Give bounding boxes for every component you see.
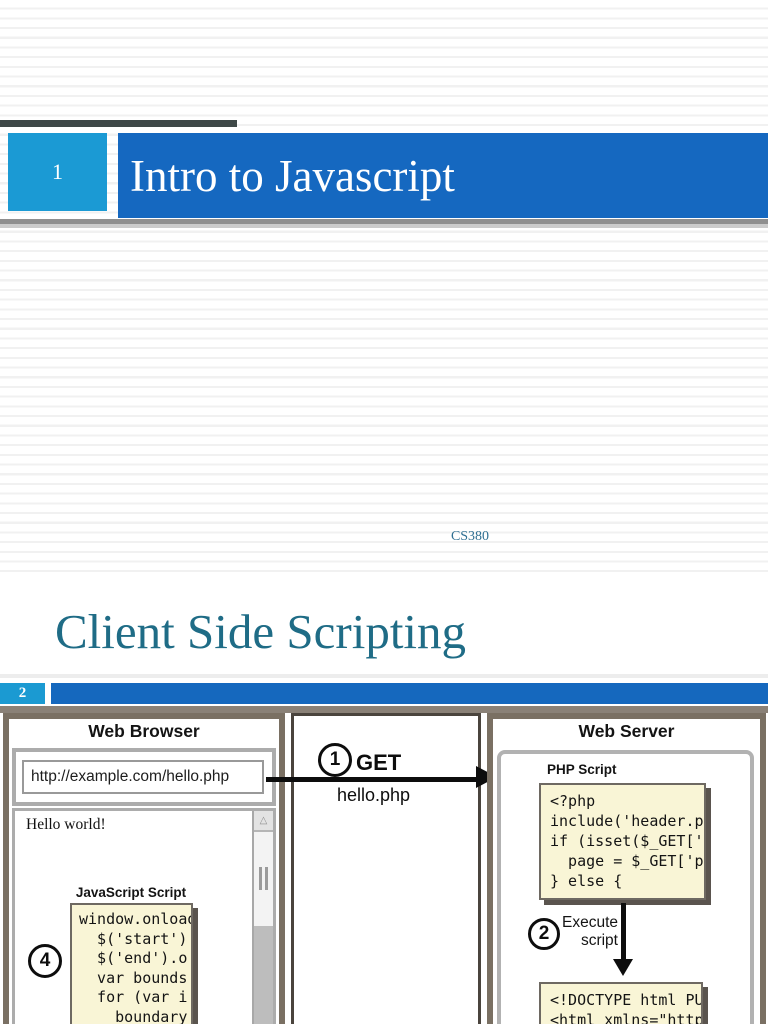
slide1-number-badge: 1 <box>8 133 107 211</box>
slide2-title: Client Side Scripting <box>55 603 466 660</box>
slide1-footer: CS380 <box>430 529 510 545</box>
step-2-number: 2 <box>539 923 550 945</box>
scroll-up-icon: △ <box>260 815 268 826</box>
url-address-bar: http://example.com/hello.php <box>22 760 264 794</box>
step-4-badge: 4 <box>28 944 62 978</box>
scroll-up-button: △ <box>254 811 273 832</box>
execute-script-arrowhead-icon <box>613 959 633 976</box>
slide2-number: 2 <box>19 685 27 702</box>
slide2-title-bar <box>51 683 768 704</box>
scrollbar-track <box>254 926 273 1024</box>
slide1-title: Intro to Javascript <box>130 150 455 202</box>
step-1-badge: 1 <box>318 743 352 777</box>
execute-script-arrow <box>621 903 626 961</box>
slide1-number: 1 <box>52 159 63 185</box>
request-file-label: hello.php <box>337 785 410 806</box>
web-browser-title: Web Browser <box>9 721 279 742</box>
browser-scrollbar: △ <box>252 811 273 1024</box>
request-method-label: GET <box>356 750 401 776</box>
javascript-code-box: window.onload $('start') $('end').o var … <box>70 903 193 1024</box>
php-code-box: <?php include('header.p if (isset($_GET[… <box>539 783 706 900</box>
execute-script-label: Execute script <box>560 914 618 950</box>
javascript-script-label: JavaScript Script <box>66 885 196 900</box>
slide1-accent-line <box>0 120 237 127</box>
url-text: http://example.com/hello.php <box>31 768 229 786</box>
html-output-box: <!DOCTYPE html PU <html xmlns="http <box>539 982 703 1024</box>
step-4-number: 4 <box>40 950 51 972</box>
slide-divider-line <box>0 674 768 678</box>
step-1-number: 1 <box>330 749 341 771</box>
slide1-ruled-background <box>0 0 768 572</box>
scrollbar-grip-icon <box>254 866 273 890</box>
slide2-bar-shadow <box>0 706 768 713</box>
browser-page-text: Hello world! <box>26 816 106 834</box>
get-request-arrow <box>266 777 478 782</box>
php-script-label: PHP Script <box>547 762 617 777</box>
document-page: 1 Intro to Javascript CS380 Client Side … <box>0 0 768 1024</box>
slide1-title-bar: Intro to Javascript <box>118 133 768 218</box>
step-2-badge: 2 <box>528 918 560 950</box>
slide1-bar-shadow-light <box>0 224 768 228</box>
slide2-number-badge: 2 <box>0 683 45 704</box>
web-server-title: Web Server <box>493 721 760 742</box>
